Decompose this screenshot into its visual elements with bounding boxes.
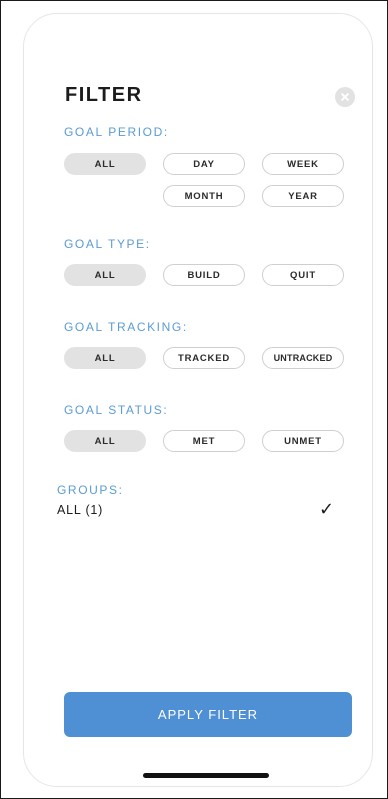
goal-status-unmet-chip[interactable]: UNMET [262,430,344,452]
goal-status-all-chip[interactable]: ALL [64,430,146,452]
page-title: FILTER [65,84,143,106]
groups-label: GROUPS: [57,483,124,497]
goal-type-all-chip[interactable]: ALL [64,264,146,286]
goal-type-build-chip[interactable]: BUILD [163,264,245,286]
check-icon: ✓ [319,499,335,519]
close-icon[interactable] [335,87,355,107]
goal-tracking-all-chip[interactable]: ALL [64,347,146,369]
goal-type-label: GOAL TYPE: [64,237,151,251]
goal-period-label: GOAL PERIOD: [64,125,169,139]
goal-tracking-untracked-chip[interactable]: UNTRACKED [262,347,344,369]
goal-period-week-chip[interactable]: WEEK [262,153,344,175]
goal-period-day-chip[interactable]: DAY [163,153,245,175]
goal-tracking-label: GOAL TRACKING: [64,320,188,334]
group-name: ALL (1) [57,503,104,517]
home-indicator [143,773,269,778]
goal-status-met-chip[interactable]: MET [163,430,245,452]
goal-tracking-tracked-chip[interactable]: TRACKED [163,347,245,369]
goal-period-month-chip[interactable]: MONTH [163,185,245,207]
apply-filter-button[interactable]: APPLY FILTER [64,692,352,737]
goal-type-quit-chip[interactable]: QUIT [262,264,344,286]
device-frame: FILTER GOAL PERIOD: ALL DAY WEEK MONTH Y… [0,0,388,799]
goal-status-label: GOAL STATUS: [64,403,169,417]
goal-period-year-chip[interactable]: YEAR [262,185,344,207]
group-row-all[interactable]: ALL (1) ✓ [57,499,363,523]
goal-period-all-chip[interactable]: ALL [64,153,146,175]
